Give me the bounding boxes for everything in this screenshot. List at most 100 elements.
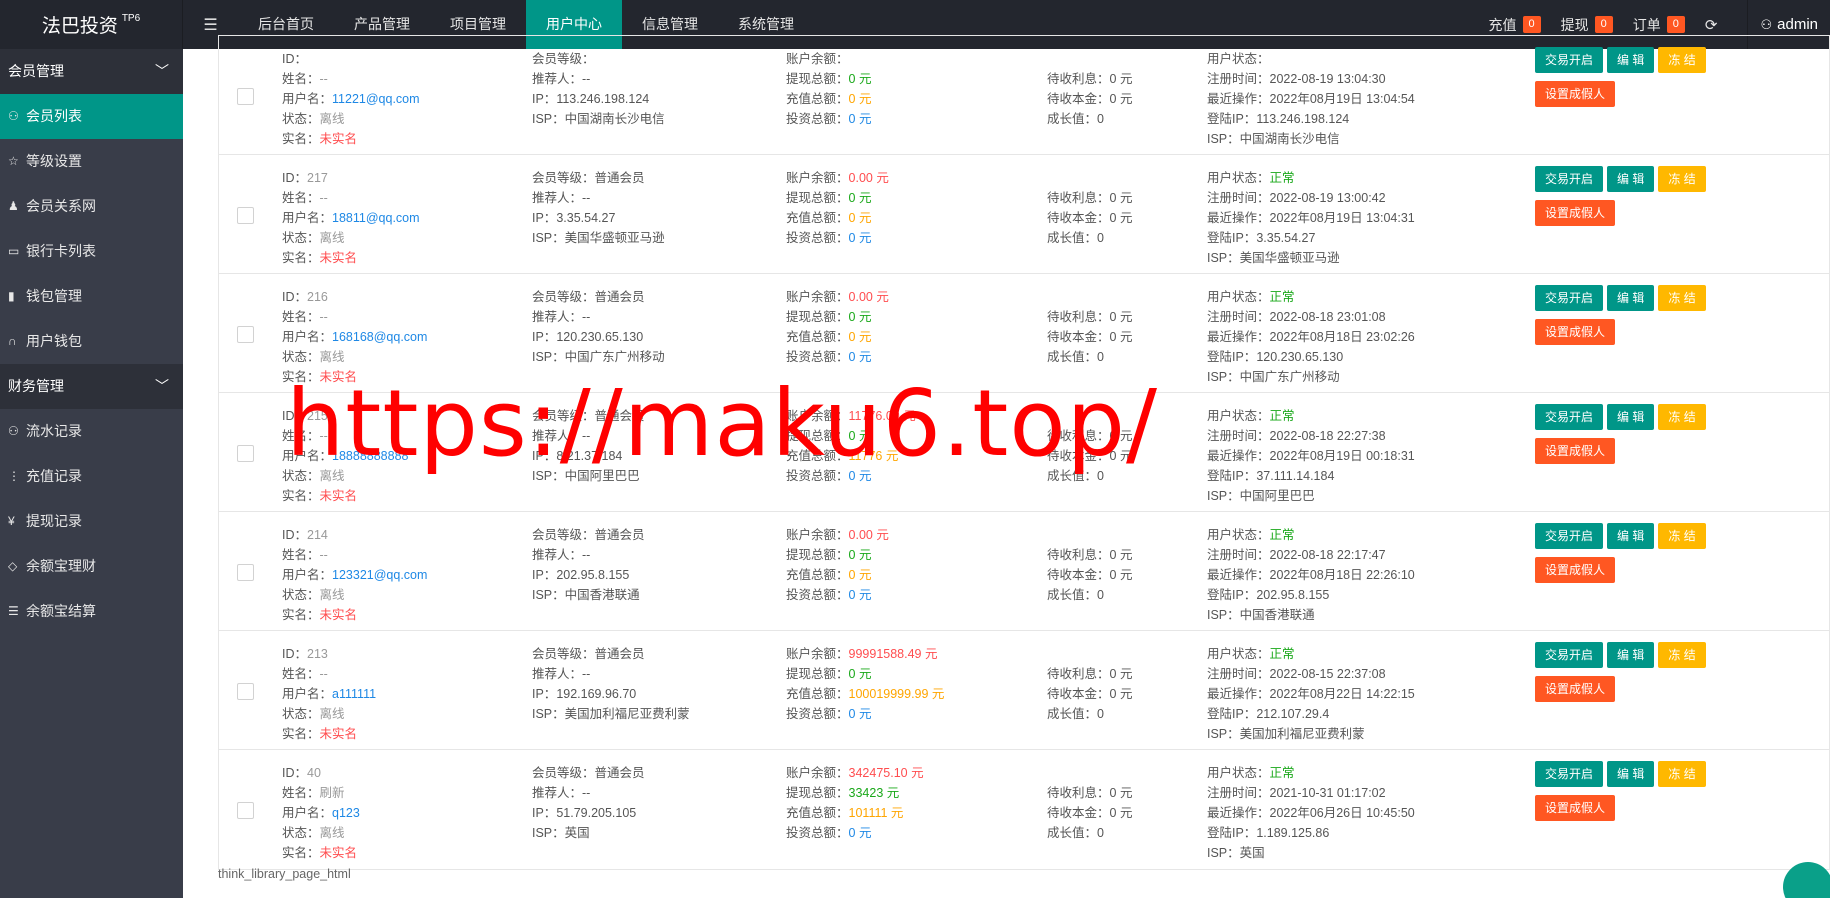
hamburger-icon[interactable]: ☰	[183, 15, 238, 35]
edit-button[interactable]: 编 辑	[1607, 404, 1655, 430]
row-actions: 交易开启编 辑冻 结设置成假人	[1535, 642, 1735, 702]
row-actions: 交易开启编 辑冻 结设置成假人	[1535, 47, 1735, 107]
order-link[interactable]: 订单 0	[1633, 15, 1685, 35]
growth-value: 0	[1097, 826, 1104, 840]
freeze-button[interactable]: 冻 结	[1658, 642, 1706, 668]
set-fake-user-button[interactable]: 设置成假人	[1535, 319, 1616, 345]
chevron-down-icon: ﹀	[155, 63, 169, 79]
trade-open-button[interactable]: 交易开启	[1535, 523, 1604, 549]
freeze-button[interactable]: 冻 结	[1658, 523, 1706, 549]
pending-principal: 0 元	[1109, 92, 1133, 106]
recharge-link[interactable]: 充值 0	[1489, 15, 1541, 35]
freeze-button[interactable]: 冻 结	[1658, 285, 1706, 311]
field-label: 注册时间：	[1207, 72, 1270, 86]
edit-button[interactable]: 编 辑	[1607, 523, 1655, 549]
login-isp: 中国广东广州移动	[1239, 370, 1340, 384]
sidebar-item-relations[interactable]: ♟ 会员关系网	[0, 184, 183, 229]
member-level: 普通会员	[594, 290, 645, 304]
sidebar-group-member[interactable]: 会员管理 ﹀	[0, 49, 183, 94]
field-label: 登陆IP：	[1207, 707, 1257, 721]
member-isp: 英国	[564, 826, 590, 840]
yen-icon: ¥	[8, 514, 15, 528]
set-fake-user-button[interactable]: 设置成假人	[1535, 200, 1616, 226]
row-checkbox[interactable]	[237, 88, 254, 105]
growth-value: 0	[1097, 588, 1104, 602]
sidebar-item-recharge[interactable]: ⋮ 充值记录	[0, 454, 183, 499]
trade-open-button[interactable]: 交易开启	[1535, 166, 1604, 192]
recharge-total: 0 元	[848, 568, 872, 582]
member-level: 普通会员	[594, 528, 645, 542]
server-icon: ☰	[8, 604, 19, 618]
row-checkbox[interactable]	[237, 802, 254, 819]
sidebar-item-withdraw[interactable]: ¥ 提现记录	[0, 499, 183, 544]
row-checkbox[interactable]	[237, 207, 254, 224]
set-fake-user-button[interactable]: 设置成假人	[1535, 81, 1616, 107]
trade-open-button[interactable]: 交易开启	[1535, 761, 1604, 787]
last-operation: 2022年08月18日 23:02:26	[1269, 330, 1415, 344]
set-fake-user-button[interactable]: 设置成假人	[1535, 676, 1616, 702]
field-label: 待收利息：	[1047, 548, 1110, 562]
sidebar-item-bank-cards[interactable]: ▭ 银行卡列表	[0, 229, 183, 274]
row-checkbox[interactable]	[237, 445, 254, 462]
pending-principal: 0 元	[1109, 211, 1133, 225]
refresh-icon[interactable]: ⟳	[1705, 16, 1718, 34]
field-label: 状态：	[282, 588, 320, 602]
trade-open-button[interactable]: 交易开启	[1535, 642, 1604, 668]
sidebar-item-user-wallet[interactable]: ∩ 用户钱包	[0, 319, 183, 364]
edit-button[interactable]: 编 辑	[1607, 761, 1655, 787]
sidebar-item-level-settings[interactable]: ☆ 等级设置	[0, 139, 183, 184]
member-funds-info: 账户余额：342475.10 元提现总额：33423 元充值总额：101111 …	[786, 763, 924, 843]
row-actions: 交易开启编 辑冻 结设置成假人	[1535, 761, 1735, 821]
trade-open-button[interactable]: 交易开启	[1535, 404, 1604, 430]
withdraw-link[interactable]: 提现 0	[1561, 15, 1613, 35]
field-label: 推荐人：	[532, 310, 583, 324]
field-label: IP：	[532, 330, 557, 344]
trade-open-button[interactable]: 交易开启	[1535, 285, 1604, 311]
member-referrer: --	[582, 191, 591, 205]
freeze-button[interactable]: 冻 结	[1658, 404, 1706, 430]
set-fake-user-button[interactable]: 设置成假人	[1535, 795, 1616, 821]
trade-open-button[interactable]: 交易开启	[1535, 47, 1604, 73]
edit-button[interactable]: 编 辑	[1607, 47, 1655, 73]
member-level-info: 会员等级：普通会员 推荐人：-- IP：202.95.8.155 ISP：中国香港联通	[532, 525, 645, 605]
member-username[interactable]: 18811@qq.com	[332, 211, 420, 225]
member-username[interactable]: q123	[332, 806, 360, 820]
member-username[interactable]: 168168@qq.com	[332, 330, 427, 344]
freeze-button[interactable]: 冻 结	[1658, 166, 1706, 192]
member-id: 214	[307, 528, 328, 542]
set-fake-user-button[interactable]: 设置成假人	[1535, 557, 1616, 583]
app-logo[interactable]: 法巴投资 TP6	[0, 0, 183, 49]
sidebar-item-yuebao[interactable]: ◇ 余额宝理财	[0, 544, 183, 589]
sidebar-group-finance[interactable]: 财务管理 ﹀	[0, 364, 183, 409]
account-balance: 342475.10 元	[848, 766, 924, 780]
row-checkbox[interactable]	[237, 326, 254, 343]
member-login-info: 用户状态：正常 注册时间：2022-08-18 22:17:47 最近操作：2022…	[1207, 525, 1415, 625]
member-username[interactable]: 123321@qq.com	[332, 568, 427, 582]
table-row: ID：214 姓名：-- 用户名：123321@qq.com 状态：离线 实名：未实名会…	[219, 512, 1829, 631]
sidebar-item-yuebao-settle[interactable]: ☰ 余额宝结算	[0, 589, 183, 634]
row-checkbox[interactable]	[237, 564, 254, 581]
field-label: 成长值：	[1047, 350, 1098, 364]
member-login-info: 用户状态：正常 注册时间：2022-08-15 22:37:08 最近操作：2022…	[1207, 644, 1415, 744]
field-label: 会员等级：	[532, 52, 595, 66]
edit-button[interactable]: 编 辑	[1607, 642, 1655, 668]
member-username[interactable]: 11221@qq.com	[332, 92, 420, 106]
freeze-button[interactable]: 冻 结	[1658, 761, 1706, 787]
field-label: 账户余额：	[786, 171, 849, 185]
field-label: 成长值：	[1047, 231, 1098, 245]
growth-value: 0	[1097, 231, 1104, 245]
member-username[interactable]: a111111	[332, 687, 376, 701]
last-operation: 2022年06月26日 10:45:50	[1269, 806, 1415, 820]
field-label: 提现总额：	[786, 191, 849, 205]
sidebar-item-member-list[interactable]: ⚇ 会员列表	[0, 94, 183, 139]
pending-interest: 0 元	[1109, 310, 1133, 324]
freeze-button[interactable]: 冻 结	[1658, 47, 1706, 73]
sidebar-item-flow[interactable]: ⚇ 流水记录	[0, 409, 183, 454]
field-label: 会员等级：	[532, 171, 595, 185]
set-fake-user-button[interactable]: 设置成假人	[1535, 438, 1616, 464]
edit-button[interactable]: 编 辑	[1607, 166, 1655, 192]
field-label: 注册时间：	[1207, 429, 1270, 443]
sidebar-item-wallet-mgmt[interactable]: ▮ 钱包管理	[0, 274, 183, 319]
edit-button[interactable]: 编 辑	[1607, 285, 1655, 311]
row-checkbox[interactable]	[237, 683, 254, 700]
